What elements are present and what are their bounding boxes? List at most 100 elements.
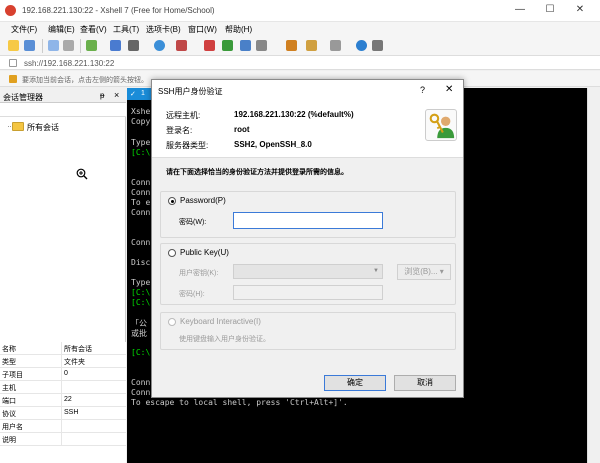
- script-icon[interactable]: [286, 40, 297, 51]
- more-icon[interactable]: [372, 40, 383, 51]
- address-bar[interactable]: ssh://192.168.221.130:22: [0, 56, 600, 70]
- table-row: 子项目 0: [0, 368, 126, 381]
- table-row: 名称 所有会话: [0, 342, 126, 355]
- menu-edit[interactable]: 编辑(E): [48, 24, 75, 35]
- new-session-icon[interactable]: [8, 40, 19, 51]
- open-icon[interactable]: [24, 40, 35, 51]
- terminal-line: [C:\: [131, 288, 151, 297]
- disconnect-icon[interactable]: [63, 40, 74, 51]
- menu-file[interactable]: 文件(F): [11, 24, 37, 35]
- password-radio[interactable]: [168, 197, 176, 205]
- menu-tabs[interactable]: 选项卡(B): [146, 24, 181, 35]
- terminal-line: Type: [131, 138, 151, 147]
- session-manager-header: 会话管理器 ᵽ ×: [0, 88, 126, 103]
- terminal-line: Type: [131, 278, 151, 287]
- ok-button[interactable]: 确定: [324, 375, 386, 391]
- toolbar: [0, 36, 600, 56]
- hint-text: 要添加当前会话，点击左侧的箭头按钮。: [22, 77, 148, 84]
- table-row: 主机: [0, 381, 126, 394]
- compose-icon[interactable]: [330, 40, 341, 51]
- ssh-auth-dialog: SSH用户身份验证 ? ✕ 远程主机: 192.168.221.130:22 (…: [151, 79, 464, 398]
- prop-key: 主机: [2, 385, 16, 392]
- help-button[interactable]: ?: [420, 85, 425, 95]
- cancel-button[interactable]: 取消: [394, 375, 456, 391]
- reconnect-icon[interactable]: [48, 40, 59, 51]
- menu-window[interactable]: 窗口(W): [188, 24, 217, 35]
- terminal-line: Conn: [131, 388, 151, 397]
- login-name-value: root: [234, 125, 250, 134]
- terminal-line: To e: [131, 198, 151, 207]
- window-title: 192.168.221.130:22 - Xshell 7 (Free for …: [22, 6, 215, 15]
- user-key-label: 用户密钥(K):: [179, 270, 219, 277]
- tab-label: 1: [141, 90, 145, 97]
- terminal-line: [C:\: [131, 348, 151, 357]
- terminal-line: To escape to local shell, press 'Ctrl+Al…: [131, 398, 348, 407]
- password-field-label: 密码(W):: [179, 219, 207, 226]
- password-radio-label: Password(P): [180, 196, 226, 205]
- lock-icon[interactable]: [256, 40, 267, 51]
- public-key-group: Public Key(U) 用户密钥(K): ▼ 浏览(B)... ▾ 密码(H…: [160, 243, 456, 305]
- prop-value: 0: [64, 370, 68, 377]
- prop-key: 子项目: [2, 372, 23, 379]
- help-icon[interactable]: [356, 40, 367, 51]
- user-key-select[interactable]: ▼: [233, 264, 383, 279]
- table-row: 端口 22: [0, 394, 126, 407]
- terminal-line: Conn: [131, 208, 151, 217]
- passphrase-input[interactable]: [233, 285, 383, 300]
- session-address-icon: [9, 59, 17, 67]
- fullscreen-icon[interactable]: [240, 40, 251, 51]
- hint-icon: [9, 75, 17, 83]
- xshell-window: 192.168.221.130:22 - Xshell 7 (Free for …: [0, 0, 600, 463]
- table-row: 用户名: [0, 420, 126, 433]
- remote-host-value: 192.168.221.130:22 (%default%): [234, 110, 354, 119]
- font-icon[interactable]: [128, 40, 139, 51]
- pin-icon[interactable]: ᵽ: [100, 91, 104, 100]
- minimize-button[interactable]: —: [510, 3, 530, 17]
- terminal-line: [C:\: [131, 148, 151, 157]
- prop-key: 名称: [2, 346, 16, 353]
- tab-status-icon: ✓: [130, 91, 136, 98]
- terminal-line: Disc: [131, 258, 151, 267]
- prop-key: 用户名: [2, 424, 23, 431]
- password-group: Password(P) 密码(W):: [160, 191, 456, 238]
- xftp-icon[interactable]: [204, 40, 215, 51]
- prop-value: 所有会话: [64, 346, 92, 353]
- folder-icon: [12, 122, 24, 131]
- terminal-scrollbar[interactable]: [587, 88, 600, 463]
- prop-value: 22: [64, 396, 72, 403]
- keyboard-interactive-radio[interactable]: [168, 318, 176, 326]
- server-type-value: SSH2, OpenSSH_8.0: [234, 140, 312, 149]
- login-name-label: 登录名:: [166, 126, 193, 135]
- browse-button[interactable]: 浏览(B)... ▾: [397, 264, 451, 280]
- prop-key: 协议: [2, 411, 16, 418]
- close-dialog-button[interactable]: ✕: [445, 84, 453, 95]
- tree-item-label: 所有会话: [27, 123, 59, 132]
- table-row: 说明: [0, 433, 126, 446]
- instruction-text: 请在下面选择恰当的身份验证方法并提供登录所需的信息。: [166, 169, 348, 176]
- copy-icon[interactable]: [86, 40, 97, 51]
- public-key-radio[interactable]: [168, 249, 176, 257]
- menu-view[interactable]: 查看(V): [80, 24, 107, 35]
- globe-icon[interactable]: [154, 40, 165, 51]
- keyboard-interactive-label: Keyboard Interactive(I): [180, 317, 261, 326]
- table-row: 协议 SSH: [0, 407, 126, 420]
- close-window-button[interactable]: ✕: [570, 3, 590, 17]
- menu-tools[interactable]: 工具(T): [113, 24, 139, 35]
- layout-icon[interactable]: [306, 40, 317, 51]
- prop-value: 文件夹: [64, 359, 85, 366]
- terminal-line: [C:\: [131, 298, 151, 307]
- table-row: 类型 文件夹: [0, 355, 126, 368]
- public-key-radio-label: Public Key(U): [180, 248, 229, 257]
- session-search-input[interactable]: [0, 103, 126, 117]
- server-type-label: 服务器类型:: [166, 141, 209, 150]
- maximize-button[interactable]: ☐: [540, 3, 560, 17]
- terminal-line: Xshe: [131, 107, 151, 116]
- menu-help[interactable]: 帮助(H): [225, 24, 252, 35]
- find-icon[interactable]: [110, 40, 121, 51]
- terminal-tab[interactable]: ✓ 1: [127, 88, 151, 100]
- password-input[interactable]: [233, 212, 383, 229]
- close-panel-icon[interactable]: ×: [114, 90, 119, 100]
- tunnel-icon[interactable]: [222, 40, 233, 51]
- color-icon[interactable]: [176, 40, 187, 51]
- remote-host-label: 远程主机:: [166, 111, 201, 120]
